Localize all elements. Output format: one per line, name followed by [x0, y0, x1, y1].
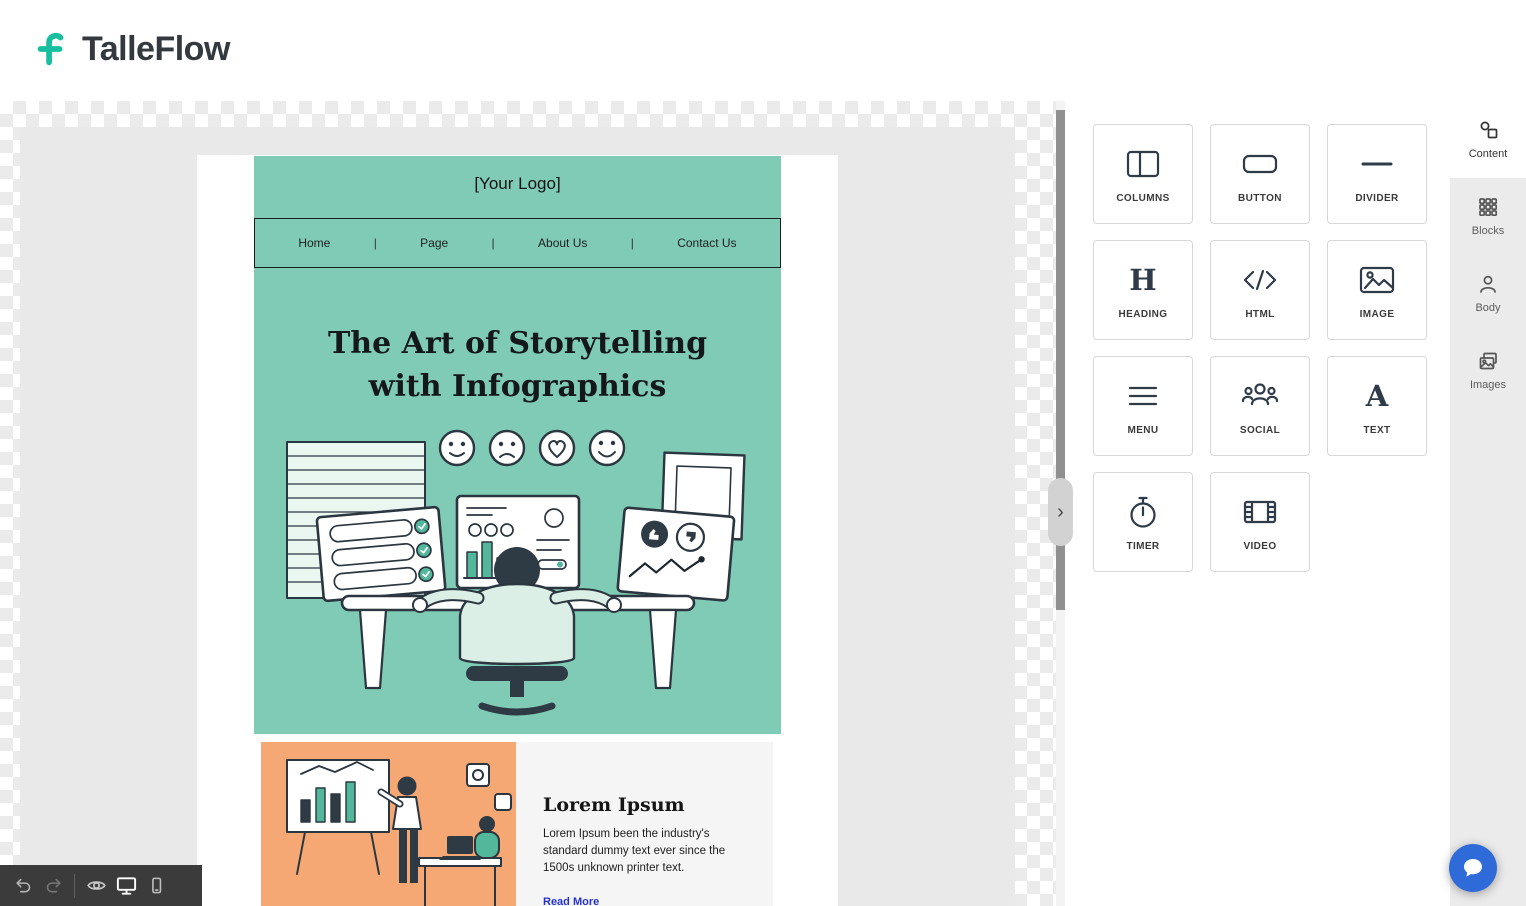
email-logo-text: [Your Logo] — [474, 174, 561, 193]
canvas-bottom-toolbar — [0, 865, 202, 906]
tab-body[interactable]: Body — [1450, 255, 1526, 332]
email-menu-block[interactable]: Home | Page | About Us | Contact Us — [254, 218, 781, 268]
brand-name: TalleFlow — [82, 29, 230, 68]
heading-line-1: The Art of Storytelling — [327, 326, 708, 361]
tool-label: TIMER — [1126, 541, 1160, 552]
email-document[interactable]: [Your Logo] Home | Page | About Us | Con… — [197, 155, 838, 906]
tool-label: DIVIDER — [1355, 193, 1399, 204]
tool-button[interactable]: BUTTON — [1210, 124, 1310, 224]
tool-html[interactable]: HTML — [1210, 240, 1310, 340]
tool-label: TEXT — [1363, 425, 1391, 436]
article-title: Lorem Ipsum — [543, 794, 685, 816]
tool-label: SOCIAL — [1239, 425, 1281, 436]
content-panel: COLUMNS BUTTON DIVIDER H HEADING HTML IM… — [1065, 101, 1450, 906]
email-logo-block[interactable]: [Your Logo] — [254, 156, 781, 212]
social-icon — [1241, 383, 1279, 406]
menu-icon — [1128, 386, 1158, 406]
tab-label: Images — [1469, 379, 1507, 391]
tab-blocks[interactable]: Blocks — [1450, 178, 1526, 255]
brand-logo: TalleFlow — [30, 28, 230, 70]
nav-item-page[interactable]: Page — [420, 236, 448, 250]
redo-button[interactable] — [38, 871, 68, 901]
html-icon — [1243, 269, 1277, 291]
tab-label: Body — [1475, 302, 1501, 314]
nav-separator: | — [491, 236, 495, 250]
desktop-icon — [116, 877, 136, 895]
email-hero-body: The Art of Storytelling with Infographic… — [254, 268, 781, 734]
button-icon — [1242, 154, 1278, 174]
tool-label: IMAGE — [1359, 309, 1395, 320]
toolbar-divider — [74, 873, 75, 898]
tool-label: VIDEO — [1243, 541, 1277, 552]
nav-item-about-us[interactable]: About Us — [538, 236, 587, 250]
blocks-icon — [1479, 198, 1498, 217]
images-icon — [1479, 352, 1497, 370]
tab-content[interactable]: Content — [1450, 101, 1526, 178]
nav-separator: | — [373, 236, 377, 250]
mobile-view-button[interactable] — [141, 871, 171, 901]
read-more-link[interactable]: Read More — [543, 896, 599, 906]
text-icon: A — [1365, 379, 1389, 413]
tab-images[interactable]: Images — [1450, 332, 1526, 409]
divider-icon — [1361, 162, 1393, 166]
heading-line-2: with Infographics — [368, 369, 667, 404]
panel-collapse-handle[interactable]: › — [1048, 478, 1073, 546]
app-root: TalleFlow [Your Logo] Home | Page | Abou… — [0, 0, 1526, 906]
tool-image[interactable]: IMAGE — [1327, 240, 1427, 340]
article-image-block[interactable] — [261, 742, 516, 906]
timer-icon — [1130, 496, 1156, 528]
top-header: TalleFlow — [0, 0, 1526, 101]
body-icon — [1480, 275, 1496, 293]
tool-menu[interactable]: MENU — [1093, 356, 1193, 456]
email-hero-section: [Your Logo] Home | Page | About Us | Con… — [254, 156, 781, 734]
tab-label: Blocks — [1471, 225, 1505, 237]
nav-item-contact-us[interactable]: Contact Us — [677, 236, 736, 250]
presentation-illustration — [261, 742, 516, 906]
tool-label: MENU — [1127, 425, 1159, 436]
content-icon — [1480, 121, 1498, 139]
undo-button[interactable] — [8, 871, 38, 901]
tab-label: Content — [1468, 148, 1508, 160]
tool-label: HTML — [1245, 309, 1275, 320]
brand-logo-icon — [37, 32, 64, 66]
tool-label: COLUMNS — [1116, 193, 1170, 204]
hero-illustration[interactable] — [254, 420, 781, 720]
chat-bubble-icon — [1464, 859, 1482, 877]
redo-icon — [46, 878, 61, 893]
panel-tab-strip: Content Blocks Body Images — [1450, 101, 1526, 906]
mobile-icon — [151, 877, 161, 894]
columns-icon — [1126, 150, 1160, 178]
tool-heading[interactable]: H HEADING — [1093, 240, 1193, 340]
tool-label: BUTTON — [1238, 193, 1282, 204]
article-body: Lorem Ipsum been the industry's standard… — [543, 828, 726, 874]
tool-label: HEADING — [1118, 309, 1168, 320]
tool-social[interactable]: SOCIAL — [1210, 356, 1310, 456]
tool-text[interactable]: A TEXT — [1327, 356, 1427, 456]
tool-columns[interactable]: COLUMNS — [1093, 124, 1193, 224]
article-text-block[interactable]: Lorem Ipsum Lorem Ipsum been the industr… — [516, 742, 773, 906]
tool-video[interactable]: VIDEO — [1210, 472, 1310, 572]
tool-timer[interactable]: TIMER — [1093, 472, 1193, 572]
email-heading-block[interactable]: The Art of Storytelling with Infographic… — [254, 322, 781, 408]
tool-divider[interactable]: DIVIDER — [1327, 124, 1427, 224]
nav-separator: | — [630, 236, 634, 250]
undo-icon — [15, 878, 30, 893]
chevron-right-icon: › — [1057, 500, 1064, 523]
design-canvas: [Your Logo] Home | Page | About Us | Con… — [0, 101, 1056, 906]
image-icon — [1359, 266, 1395, 294]
desktop-view-button[interactable] — [111, 871, 141, 901]
chat-launcher-button[interactable] — [1449, 844, 1497, 892]
email-stage: [Your Logo] Home | Page | About Us | Con… — [20, 127, 1015, 906]
svg-text:H: H — [1129, 263, 1156, 297]
eye-icon — [86, 881, 106, 890]
video-icon — [1243, 500, 1277, 524]
email-article-block[interactable]: Lorem Ipsum Lorem Ipsum been the industr… — [261, 742, 773, 906]
content-tools-grid: COLUMNS BUTTON DIVIDER H HEADING HTML IM… — [1093, 124, 1427, 572]
heading-icon: H — [1129, 263, 1156, 297]
nav-item-home[interactable]: Home — [298, 236, 330, 250]
preview-button[interactable] — [81, 871, 111, 901]
svg-text:A: A — [1365, 379, 1389, 413]
